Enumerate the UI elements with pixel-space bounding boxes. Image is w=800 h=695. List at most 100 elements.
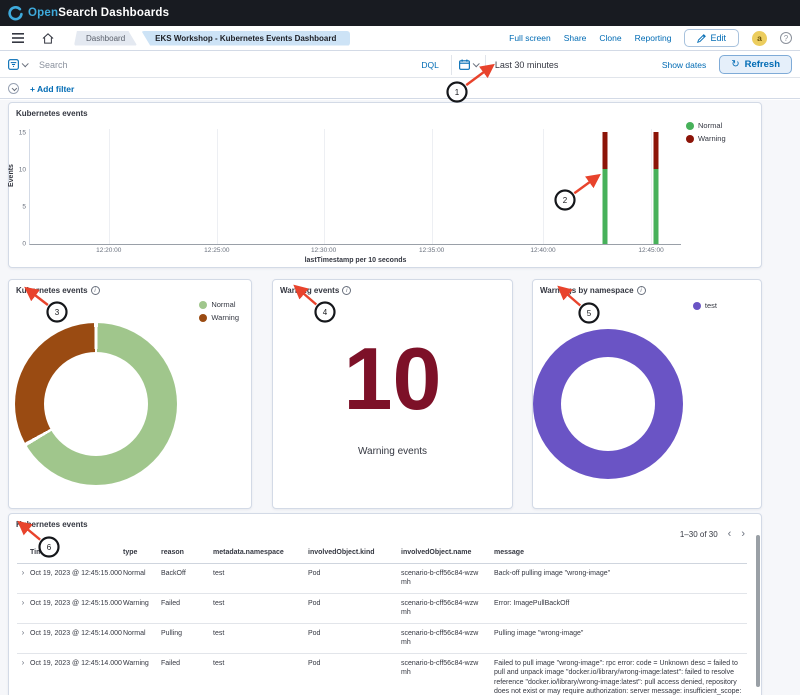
legend-item-warning[interactable]: Warning — [686, 134, 726, 143]
x-axis-tick-label: 12:45:00 — [638, 247, 663, 254]
menu-icon[interactable] — [8, 33, 28, 43]
panel-title[interactable]: Warning eventsi — [280, 286, 351, 295]
breadcrumb-current[interactable]: EKS Workshop - Kubernetes Events Dashboa… — [141, 31, 350, 46]
home-icon[interactable] — [38, 33, 58, 44]
column-header-metadata-namespace[interactable]: metadata.namespace — [213, 548, 307, 558]
expand-row-icon[interactable]: › — [17, 629, 29, 637]
metric-value: 10 — [273, 335, 512, 423]
x-axis-tick-label: 12:40:00 — [530, 247, 555, 254]
x-axis-tick-label: 12:30:00 — [311, 247, 336, 254]
cell-name: scenario-b-cff56c84-wzwmh — [401, 659, 493, 678]
refresh-button-label: Refresh — [745, 59, 780, 70]
add-filter-button[interactable]: + Add filter — [30, 84, 74, 94]
expand-row-icon[interactable]: › — [17, 599, 29, 607]
filter-icon — [8, 59, 19, 70]
refresh-icon: ↻ — [731, 59, 739, 70]
legend-item-test[interactable]: test — [693, 301, 717, 310]
metric-label: Warning events — [273, 446, 512, 457]
date-picker: Last 30 minutes Show dates — [451, 55, 710, 75]
column-header-time[interactable]: Time▼ — [30, 548, 122, 559]
info-icon[interactable]: i — [637, 286, 646, 295]
saved-query-menu[interactable] — [8, 59, 27, 70]
cell-message: Failed to pull image "wrong-image": rpc … — [494, 659, 747, 695]
x-axis-tick-label: 12:35:00 — [419, 247, 444, 254]
panel-title[interactable]: Warnings by namespacei — [540, 286, 646, 295]
nav-link-share[interactable]: Share — [564, 33, 587, 43]
events-donut-chart[interactable] — [15, 323, 177, 485]
edit-button[interactable]: Edit — [684, 29, 739, 47]
bar-segment-normal — [654, 169, 659, 244]
nav-link-clone[interactable]: Clone — [599, 33, 621, 43]
chevron-down-icon — [472, 60, 479, 67]
nav-link-full-screen[interactable]: Full screen — [509, 33, 551, 43]
column-header-involvedobject-kind[interactable]: involvedObject.kind — [308, 548, 400, 558]
next-page-icon[interactable]: › — [741, 529, 745, 540]
legend-dot-icon — [686, 122, 694, 130]
cell-type: Warning — [123, 599, 160, 609]
panel-title[interactable]: Kubernetes eventsi — [16, 286, 100, 295]
cell-kind: Pod — [308, 569, 400, 579]
stacked-bar[interactable] — [602, 132, 607, 244]
cell-namespace: test — [213, 599, 307, 609]
expand-row-icon[interactable]: › — [17, 569, 29, 577]
edit-button-label: Edit — [710, 33, 726, 43]
dql-button[interactable]: DQL — [409, 60, 450, 70]
panel-title[interactable]: Kubernetes events — [16, 520, 88, 529]
calendar-icon[interactable] — [452, 55, 486, 75]
search-input[interactable] — [39, 60, 409, 70]
info-icon[interactable]: i — [91, 286, 100, 295]
legend-item-warning[interactable]: Warning — [199, 313, 239, 322]
column-header-reason[interactable]: reason — [161, 548, 212, 558]
legend-dot-icon — [693, 302, 701, 310]
legend-item-normal[interactable]: Normal — [199, 300, 239, 309]
sort-descending-icon[interactable]: ▼ — [48, 550, 54, 556]
filter-bar: + Add filter — [0, 79, 800, 99]
y-axis-tick-label: 10 — [19, 166, 26, 173]
legend-dot-icon — [199, 301, 207, 309]
previous-page-icon[interactable]: ‹ — [728, 529, 732, 540]
cell-kind: Pod — [308, 659, 400, 669]
timerange-display[interactable]: Last 30 minutes — [486, 60, 658, 70]
opensearch-logo-icon — [8, 6, 23, 21]
y-axis-tick-label: 0 — [22, 241, 26, 248]
legend-item-normal[interactable]: Normal — [686, 121, 726, 130]
bar-segment-warning — [602, 132, 607, 169]
breadcrumb-0[interactable]: Dashboard — [74, 31, 137, 46]
column-header-message[interactable]: message — [494, 548, 747, 558]
nav-link-reporting[interactable]: Reporting — [635, 33, 672, 43]
table-row: ›Oct 19, 2023 @ 12:45:15.000NormalBackOf… — [17, 564, 747, 594]
gridline — [217, 129, 218, 244]
breadcrumb: Dashboard EKS Workshop - Kubernetes Event… — [74, 31, 350, 46]
app-title: OpenSearchDashboards — [28, 7, 169, 19]
donut-legend: Normal Warning — [199, 300, 239, 322]
x-axis-tick-label: 12:25:00 — [204, 247, 229, 254]
filter-options-icon[interactable] — [8, 83, 19, 94]
help-icon[interactable]: ? — [780, 32, 792, 44]
panel-title[interactable]: Kubernetes events — [16, 109, 88, 118]
y-axis-tick-label: 15 — [19, 129, 26, 136]
info-icon[interactable]: i — [342, 286, 351, 295]
panel-warning-events-metric: Warning eventsi 10 Warning events — [272, 279, 513, 509]
avatar[interactable]: a — [752, 31, 767, 46]
x-axis-title: lastTimestamp per 10 seconds — [305, 257, 407, 264]
cell-kind: Pod — [308, 629, 400, 639]
legend-label: Warning — [211, 313, 239, 322]
stacked-bar[interactable] — [654, 132, 659, 244]
pagination: 1–30 of 30 ‹ › — [680, 529, 745, 540]
expand-row-icon[interactable]: › — [17, 659, 29, 667]
namespace-donut-chart[interactable] — [533, 329, 683, 479]
panel-warnings-by-namespace: Warnings by namespacei test — [532, 279, 762, 509]
column-header-involvedobject-name[interactable]: involvedObject.name — [401, 548, 493, 558]
cell-name: scenario-b-cff56c84-wzwmh — [401, 569, 493, 588]
histogram-plot-area[interactable]: lastTimestamp per 10 seconds 12:20:0012:… — [29, 129, 681, 245]
refresh-button[interactable]: ↻ Refresh — [719, 55, 792, 74]
gridline — [109, 129, 110, 244]
cell-namespace: test — [213, 569, 307, 579]
legend-dot-icon — [686, 135, 694, 143]
cell-reason: BackOff — [161, 569, 212, 579]
table-scrollbar[interactable] — [756, 535, 760, 687]
column-header-type[interactable]: type — [123, 548, 160, 558]
cell-type: Normal — [123, 569, 160, 579]
gridline — [543, 129, 544, 244]
show-dates-button[interactable]: Show dates — [658, 60, 710, 70]
